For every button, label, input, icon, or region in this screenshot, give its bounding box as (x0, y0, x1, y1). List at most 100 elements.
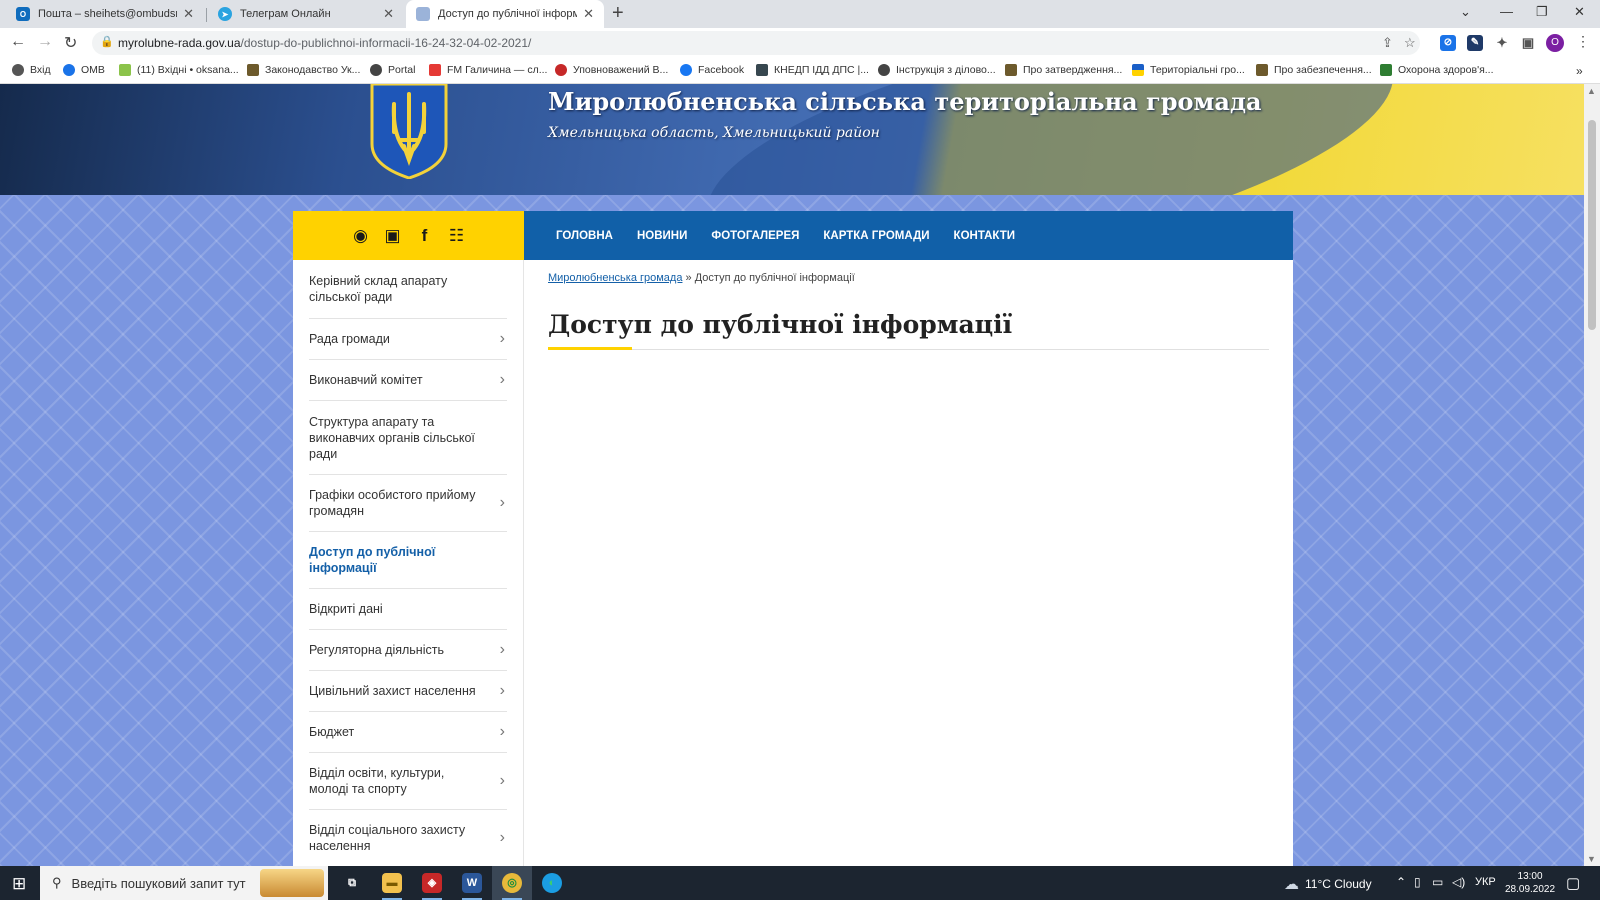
tab-telegram[interactable]: ➤ Телеграм Онлайн ✕ (208, 0, 404, 28)
scroll-up-arrow-icon[interactable]: ▲ (1587, 86, 1596, 96)
forward-button[interactable]: → (37, 33, 53, 51)
bookmark-star-icon[interactable]: ☆ (1404, 35, 1416, 51)
chevron-right-icon[interactable]: › (500, 830, 505, 846)
input-language[interactable]: УКР (1475, 876, 1496, 888)
reload-button[interactable]: ↻ (64, 33, 77, 53)
chevron-right-icon[interactable]: › (500, 724, 505, 740)
nav-contacts[interactable]: Контакти (942, 230, 1027, 242)
bookmarks-overflow-button[interactable]: » (1576, 64, 1583, 78)
search-placeholder: Введіть пошуковий запит тут (71, 875, 246, 891)
bookmark-item[interactable]: Законодавство Ук... (247, 64, 360, 76)
taskbar-app-chrome[interactable]: ◎ (492, 866, 532, 900)
taskbar-app-edge[interactable]: ◐ (532, 866, 572, 900)
windows-start-icon[interactable]: ⊞ (12, 874, 26, 894)
bookmark-item[interactable]: Інструкція з ділово... (878, 64, 996, 76)
new-tab-button[interactable]: + (612, 2, 624, 25)
minimize-button[interactable]: — (1500, 4, 1513, 19)
sidebar-item-open-data[interactable]: Відкриті дані (309, 589, 507, 630)
bookmark-item[interactable]: Уповноважений В... (555, 64, 668, 76)
chevron-right-icon[interactable]: › (500, 331, 505, 347)
task-view-button[interactable]: ⧉ (332, 866, 372, 900)
bookmark-item[interactable]: (11) Вхідні • oksana... (119, 64, 239, 76)
sidebar-item-civil-protection[interactable]: Цивільний захист населення › (309, 671, 507, 712)
bookmark-favicon-icon (247, 64, 259, 76)
chevron-right-icon[interactable]: › (500, 683, 505, 699)
bookmark-item[interactable]: Охорона здоров'я... (1380, 64, 1494, 76)
sitemap-icon[interactable]: ☷ (447, 226, 467, 246)
lock-icon[interactable]: 🔒 (100, 35, 114, 48)
chevron-right-icon[interactable]: › (500, 642, 505, 658)
profile-avatar[interactable]: O (1546, 34, 1564, 52)
bookmark-item[interactable]: FM Галичина — сл... (429, 64, 547, 76)
chevron-right-icon[interactable]: › (500, 495, 505, 511)
bookmark-favicon-icon (63, 64, 75, 76)
system-clock[interactable]: 13:00 28.09.2022 (1505, 870, 1555, 896)
edit-extension-icon[interactable]: ✎ (1467, 35, 1483, 51)
notification-center-icon[interactable]: ▢ (1566, 874, 1580, 892)
facebook-icon[interactable]: f (415, 226, 435, 246)
nav-news[interactable]: Новини (625, 230, 699, 242)
chevron-right-icon[interactable]: › (500, 773, 505, 789)
bookmark-item[interactable]: Вхід (12, 64, 51, 76)
share-icon[interactable]: ⇪ (1382, 35, 1393, 51)
sidebar-item-budget[interactable]: Бюджет › (309, 712, 507, 753)
sidebar-item-council[interactable]: Рада громади › (309, 319, 507, 360)
browser-menu-icon[interactable]: ⋮ (1576, 33, 1590, 50)
close-icon[interactable]: ✕ (583, 6, 594, 22)
taskbar-app-file-explorer[interactable]: ▬ (372, 866, 412, 900)
tray-overflow-icon[interactable]: ⌃ (1396, 875, 1406, 889)
sidebar-item-leadership[interactable]: Керівний склад апарату сільської ради (309, 260, 507, 319)
site-title[interactable]: Миролюбненська сільська територіальна гр… (548, 87, 1262, 116)
volume-icon[interactable]: ◁) (1452, 875, 1465, 889)
taskbar-app-word[interactable]: W (452, 866, 492, 900)
taskbar-app-security[interactable]: ◈ (412, 866, 452, 900)
bookmark-item[interactable]: Facebook (680, 64, 744, 76)
scrollbar-thumb[interactable] (1588, 120, 1596, 330)
bookmark-item[interactable]: Територіальні гро... (1132, 64, 1245, 76)
page-scrollbar[interactable]: ▲ ▼ (1584, 84, 1600, 866)
tab-search-button[interactable]: ⌄ (1460, 4, 1471, 20)
sidebar-item-executive-committee[interactable]: Виконавчий комітет › (309, 360, 507, 401)
tab-active-page[interactable]: Доступ до публічної інформації ✕ (406, 0, 604, 28)
bookmark-item[interactable]: OMB (63, 64, 105, 76)
bookmark-label: Уповноважений В... (573, 64, 669, 76)
puzzle-icon[interactable]: ✦ (1494, 35, 1510, 51)
edge-icon: ◐ (542, 873, 562, 893)
rss-icon[interactable]: ◉ (351, 226, 371, 246)
close-icon[interactable]: ✕ (183, 6, 194, 22)
sidebar-item-reception-schedule[interactable]: Графіки особистого прийому громадян › (309, 475, 507, 532)
bookmark-item[interactable]: Portal (370, 64, 415, 76)
omnibox[interactable]: 🔒 myrolubne-rada.gov.ua/dostup-do-public… (92, 31, 1420, 55)
restore-button[interactable]: ❐ (1536, 4, 1548, 20)
scroll-down-arrow-icon[interactable]: ▼ (1587, 854, 1596, 864)
sidebar-item-regulatory[interactable]: Регуляторна діяльність › (309, 630, 507, 671)
social-icons-bar: ◉ ▣ f ☷ (293, 211, 524, 260)
window-close-button[interactable]: ✕ (1574, 4, 1585, 20)
cloud-extension-icon[interactable]: ⊘ (1440, 35, 1456, 51)
sidebar-item-education-department[interactable]: Відділ освіти, культури, молоді та спорт… (309, 753, 507, 810)
url-text[interactable]: myrolubne-rada.gov.ua/dostup-do-publichn… (118, 36, 531, 50)
sidebar-item-structure[interactable]: Структура апарату та виконавчих органів … (309, 401, 507, 475)
breadcrumb-home-link[interactable]: Миролюбненська громада (548, 272, 682, 284)
chevron-right-icon[interactable]: › (500, 372, 505, 388)
sidebar-item-public-information[interactable]: Доступ до публічної інформації (309, 532, 507, 589)
weather-widget[interactable]: ☁ 11°C Cloudy (1284, 875, 1372, 893)
main-content: Миролюбненська громада » Доступ до публі… (524, 260, 1293, 866)
coat-of-arms-icon[interactable] (370, 84, 448, 179)
search-highlight-image[interactable] (260, 869, 324, 897)
bookmark-item[interactable]: КНЕДП ІДД ДПС |... (756, 64, 869, 76)
back-button[interactable]: ← (10, 33, 26, 51)
bookmark-item[interactable]: Про забезпечення... (1256, 64, 1372, 76)
meet-now-icon[interactable]: ▯ (1414, 875, 1421, 889)
nav-community-card[interactable]: Картка громади (811, 230, 941, 242)
network-icon[interactable]: ▭ (1432, 875, 1443, 889)
sidebar-item-social-protection[interactable]: Відділ соціального захисту населення › (309, 810, 507, 866)
close-icon[interactable]: ✕ (383, 6, 394, 22)
nav-home[interactable]: Головна (544, 230, 625, 242)
tab-outlook[interactable]: O Пошта – sheihets@ombudsman. ✕ (6, 0, 204, 28)
nav-photogallery[interactable]: Фотогалерея (699, 230, 811, 242)
sidepanel-icon[interactable]: ▣ (1520, 35, 1536, 51)
bookmark-item[interactable]: Про затвердження... (1005, 64, 1122, 76)
robot-icon[interactable]: ▣ (383, 226, 403, 246)
breadcrumb: Миролюбненська громада » Доступ до публі… (548, 272, 1269, 284)
